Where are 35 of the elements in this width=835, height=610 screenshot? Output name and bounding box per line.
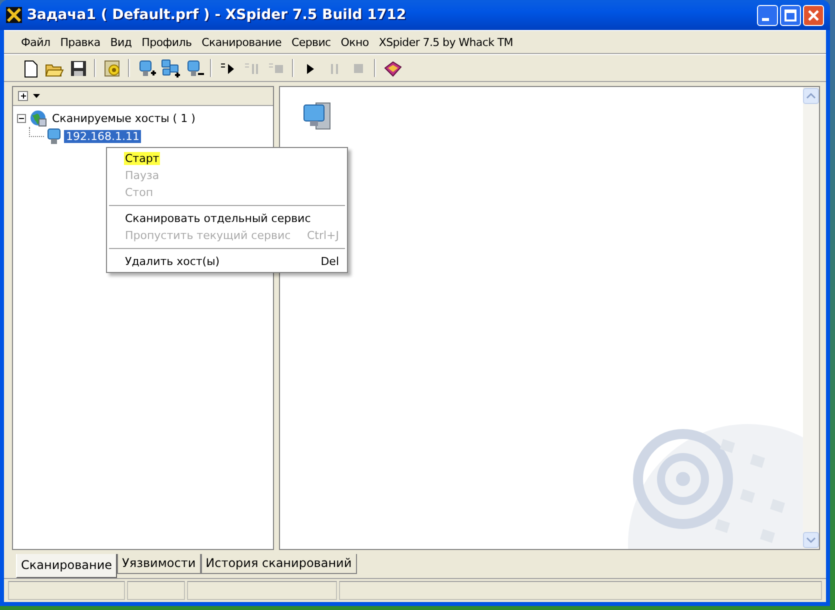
menu-item[interactable]: Файл xyxy=(16,34,56,50)
shortcut-label: Del xyxy=(320,255,339,268)
menu-item[interactable]: Сервис xyxy=(286,34,336,50)
globe-computer-icon xyxy=(29,109,47,127)
window-title: Задача1 ( Default.prf ) - XSpider 7.5 Build 1712 xyxy=(27,7,408,23)
expand-all-icon[interactable] xyxy=(18,90,29,102)
tab[interactable]: Уязвимости xyxy=(117,554,201,574)
app-logo-icon xyxy=(6,7,22,23)
shortcut-label: Ctrl+J xyxy=(306,229,339,242)
minimize-button[interactable] xyxy=(757,4,778,26)
maximize-button[interactable] xyxy=(780,4,801,26)
close-icon xyxy=(807,8,820,22)
minimize-icon xyxy=(762,18,769,20)
menu-item[interactable]: Сканировать отдельный сервис xyxy=(124,212,312,225)
menu-item[interactable]: Профиль xyxy=(136,34,197,50)
tab[interactable]: История сканирований xyxy=(200,554,357,574)
menu-item[interactable]: Вид xyxy=(105,34,137,50)
menu-item[interactable]: Старт xyxy=(124,152,160,165)
tab[interactable]: Сканирование xyxy=(16,554,118,578)
computer-minus-icon[interactable] xyxy=(184,58,204,78)
menu-item[interactable]: XSpider 7.5 by Whack TM xyxy=(374,34,518,50)
dropdown-caret-icon[interactable] xyxy=(33,94,40,98)
collapse-icon[interactable] xyxy=(17,114,26,122)
computer-icon xyxy=(47,128,61,144)
menu-item[interactable]: Сканирование xyxy=(196,34,286,50)
close-button[interactable] xyxy=(803,4,824,26)
tree-item[interactable]: Сканируемые хосты ( 1 ) xyxy=(50,112,198,124)
menu-item[interactable]: Окно xyxy=(336,34,374,50)
status-bar-pane xyxy=(127,581,185,600)
computer-plus-icon[interactable] xyxy=(136,58,156,78)
computers-plus-icon[interactable] xyxy=(160,58,180,78)
menu-item[interactable]: Правка xyxy=(55,34,106,50)
tree-item[interactable]: 192.168.1.11 xyxy=(64,130,142,142)
menu-item[interactable]: Удалить хост(ы) xyxy=(124,255,221,268)
maximize-icon xyxy=(784,8,797,22)
